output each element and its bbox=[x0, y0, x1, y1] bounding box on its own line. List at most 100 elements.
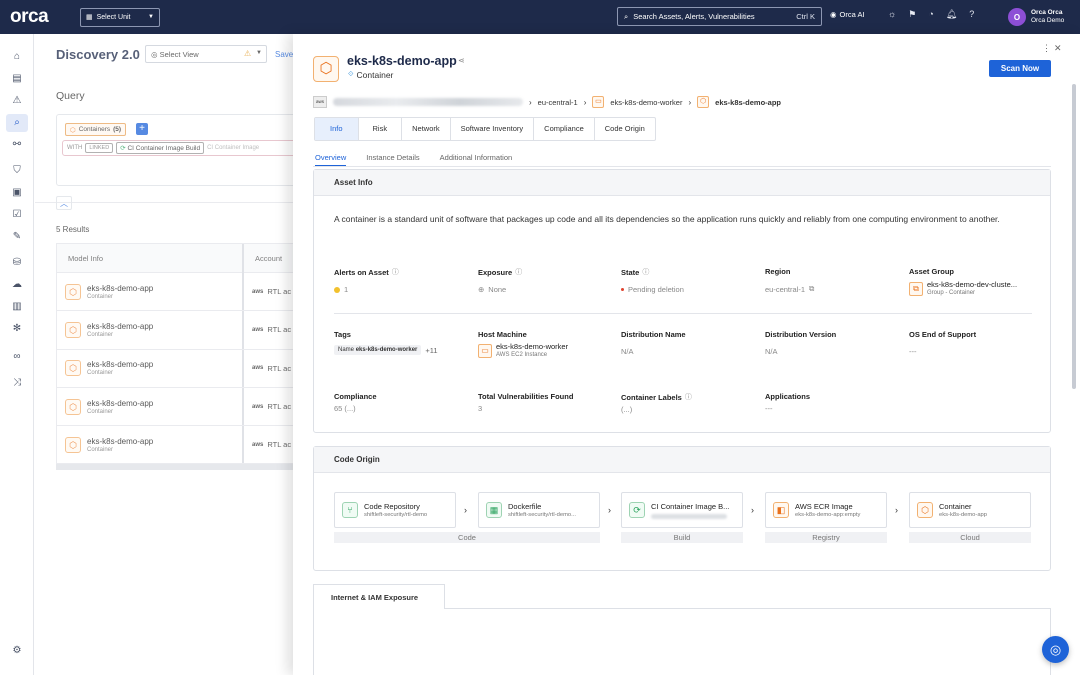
avatar[interactable]: O bbox=[1008, 8, 1026, 26]
database-icon[interactable]: ⛁ bbox=[6, 254, 28, 272]
infinity-icon[interactable]: ∞ bbox=[6, 348, 28, 366]
info-icon[interactable]: ⓘ bbox=[515, 267, 522, 277]
share-icon[interactable]: ⋖ bbox=[458, 56, 465, 65]
tab-network[interactable]: Network bbox=[402, 118, 451, 140]
info-icon[interactable]: ⓘ bbox=[685, 392, 692, 402]
global-search-input[interactable]: ⌕ Search Assets, Alerts, Vulnerabilities… bbox=[617, 7, 822, 26]
integrations-icon[interactable]: ⤨ bbox=[6, 374, 28, 392]
graph-icon[interactable]: ⚯ bbox=[6, 136, 28, 154]
exposure-panel bbox=[313, 609, 1051, 675]
close-icon[interactable]: ✕ bbox=[1054, 43, 1062, 54]
region-value: eu-central-1 bbox=[765, 284, 806, 294]
chevron-right-icon: › bbox=[751, 505, 754, 515]
tab-internet-iam-exposure[interactable]: Internet & IAM Exposure bbox=[313, 584, 445, 609]
shield-icon[interactable]: ⛉ bbox=[6, 162, 28, 180]
orca-logo[interactable]: orca bbox=[10, 6, 70, 28]
copy-icon[interactable]: ⧉ bbox=[809, 284, 814, 294]
subtab-overview[interactable]: Overview bbox=[315, 153, 347, 167]
code-repository-node[interactable]: ⑂ Code Repository shiftleft-security/rtl-… bbox=[334, 492, 456, 528]
compliance-label: Compliance bbox=[334, 392, 377, 401]
ecr-image-node[interactable]: ◧ AWS ECR Image eks-k8s-demo-app:empty bbox=[765, 492, 887, 528]
dashboard-icon[interactable]: ▤ bbox=[6, 70, 28, 88]
severity-dot-icon bbox=[334, 286, 340, 293]
breadcrumb-worker[interactable]: eks-k8s-demo-worker bbox=[610, 98, 682, 107]
more-options-icon[interactable]: ⋮ bbox=[1042, 43, 1051, 54]
tags-value-row[interactable]: Name eks-k8s-demo-worker +11 bbox=[334, 345, 438, 355]
exposure-label: Exposure bbox=[478, 267, 513, 277]
subtab-instance-details[interactable]: Instance Details bbox=[366, 153, 419, 167]
ci-image-build-node[interactable]: ⟳ CI Container Image B... bbox=[621, 492, 743, 528]
select-unit-label: Select Unit bbox=[96, 13, 131, 21]
orca-ai-label: Orca AI bbox=[839, 10, 865, 19]
alerts-icon[interactable]: ⚠ bbox=[6, 92, 28, 110]
field-divider bbox=[334, 313, 1032, 314]
field-vulnerabilities: Total Vulnerabilities Found 3 bbox=[478, 392, 573, 413]
group-sub: Group - Container bbox=[927, 290, 976, 296]
asset-title: eks-k8s-demo-app bbox=[347, 54, 457, 68]
lock-icon[interactable]: ▣ bbox=[6, 184, 28, 202]
dockerfile-node[interactable]: ▦ Dockerfile shiftleft-security/rtl-demo.… bbox=[478, 492, 600, 528]
flag-icon[interactable]: ⚑ bbox=[908, 9, 916, 20]
region-value-row: eu-central-1 ⧉ bbox=[765, 284, 814, 294]
group-value-row[interactable]: ⧉ eks-k8s-demo-dev-cluste... Group - Cont… bbox=[909, 280, 1017, 298]
labels-value[interactable]: (...) bbox=[621, 405, 692, 414]
state-label: State bbox=[621, 267, 640, 277]
node-name: AWS ECR Image bbox=[795, 502, 853, 511]
tags-more[interactable]: +11 bbox=[425, 346, 437, 355]
node-name: Container bbox=[939, 502, 972, 511]
host-sub: AWS EC2 Instance bbox=[496, 352, 548, 358]
code-origin-card: Code Origin ⑂ Code Repository shiftleft-s… bbox=[313, 446, 1051, 571]
org-name: Orca Demo bbox=[1031, 17, 1065, 24]
field-exposure: Exposure ⓘ ⊕ None bbox=[478, 267, 522, 295]
tab-software-inventory[interactable]: Software Inventory bbox=[451, 118, 535, 140]
chat-support-icon[interactable]: ◎ bbox=[1042, 636, 1069, 663]
container-node[interactable]: ⬡ Container eks-k8s-demo-app bbox=[909, 492, 1031, 528]
info-icon[interactable]: ⓘ bbox=[642, 267, 649, 277]
field-tags: Tags Name eks-k8s-demo-worker +11 bbox=[334, 330, 438, 355]
scan-now-button[interactable]: Scan Now bbox=[989, 60, 1051, 77]
apps-value: --- bbox=[765, 404, 773, 413]
host-value-row[interactable]: ▭ eks-k8s-demo-worker AWS EC2 Instance bbox=[478, 342, 568, 360]
compliance-icon[interactable]: ✎ bbox=[6, 228, 28, 246]
page-overlay[interactable] bbox=[35, 34, 293, 675]
top-icons: ☼ ⚑ ◔ 🔔︎ ? bbox=[888, 9, 974, 20]
account-blurred[interactable] bbox=[333, 98, 523, 106]
node-name: Dockerfile bbox=[508, 502, 542, 511]
subtab-additional-info[interactable]: Additional Information bbox=[440, 153, 513, 167]
help-icon[interactable]: ? bbox=[969, 9, 974, 20]
node-sub: eks-k8s-demo-app:empty bbox=[795, 512, 861, 518]
kubernetes-icon[interactable]: ✻ bbox=[6, 320, 28, 338]
stage-build: Build bbox=[621, 532, 743, 543]
asset-type: ⟐ Container bbox=[348, 70, 393, 80]
state-value-row: Pending deletion bbox=[621, 285, 684, 294]
vertical-scrollbar[interactable] bbox=[1072, 84, 1076, 389]
breadcrumb-region[interactable]: eu-central-1 bbox=[538, 98, 578, 107]
sun-icon[interactable]: ☼ bbox=[888, 9, 896, 20]
search-placeholder: Search Assets, Alerts, Vulnerabilities bbox=[633, 12, 755, 21]
user-info[interactable]: Orca Orca Orca Demo bbox=[1031, 9, 1064, 25]
vm-icon: ▭ bbox=[478, 344, 492, 358]
compliance-value[interactable]: 65 (...) bbox=[334, 404, 377, 413]
info-icon[interactable]: ⓘ bbox=[392, 267, 399, 277]
tab-code-origin[interactable]: Code Origin bbox=[595, 118, 655, 140]
discovery-icon[interactable]: ⌕ bbox=[6, 114, 28, 132]
tag-chip[interactable]: Name eks-k8s-demo-worker bbox=[334, 345, 422, 355]
node-sub: eks-k8s-demo-app bbox=[939, 512, 988, 518]
code-icon[interactable]: ▥ bbox=[6, 298, 28, 316]
breadcrumb: aws › eu-central-1 › ▭ eks-k8s-demo-work… bbox=[313, 96, 781, 108]
tab-risk[interactable]: Risk bbox=[359, 118, 403, 140]
bell-icon[interactable]: 🔔︎ bbox=[946, 9, 957, 20]
tab-info[interactable]: Info bbox=[315, 118, 359, 140]
megaphone-icon[interactable]: ◔ bbox=[928, 9, 933, 20]
asset-info-card: Asset Info A container is a standard uni… bbox=[313, 169, 1051, 433]
home-icon[interactable]: ⌂ bbox=[6, 48, 28, 66]
cloud-icon[interactable]: ☁ bbox=[6, 276, 28, 294]
checklist-icon[interactable]: ☑ bbox=[6, 206, 28, 224]
ci-build-icon: ⟳ bbox=[629, 502, 645, 518]
orca-ai-button[interactable]: ◉ Orca AI bbox=[830, 10, 865, 19]
gear-icon[interactable]: ⚙ bbox=[6, 642, 28, 660]
alerts-value-row[interactable]: 1 bbox=[334, 285, 399, 294]
vulns-value[interactable]: 3 bbox=[478, 404, 573, 413]
tab-compliance[interactable]: Compliance bbox=[534, 118, 595, 140]
select-unit-dropdown[interactable]: ▦ Select Unit ▼ bbox=[80, 7, 160, 27]
